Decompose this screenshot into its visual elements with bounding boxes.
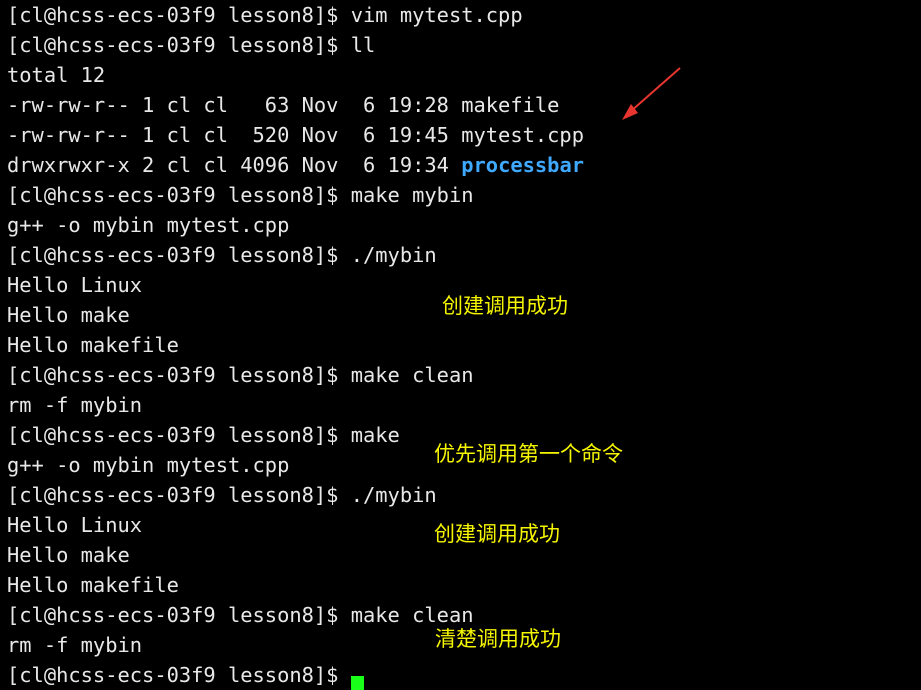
- prompt: [cl@hcss-ecs-03f9 lesson8]$: [7, 663, 351, 687]
- terminal-prompt-line[interactable]: [cl@hcss-ecs-03f9 lesson8]$: [7, 660, 584, 690]
- terminal-cursor: [350, 676, 364, 690]
- red-arrow-icon: [622, 67, 681, 120]
